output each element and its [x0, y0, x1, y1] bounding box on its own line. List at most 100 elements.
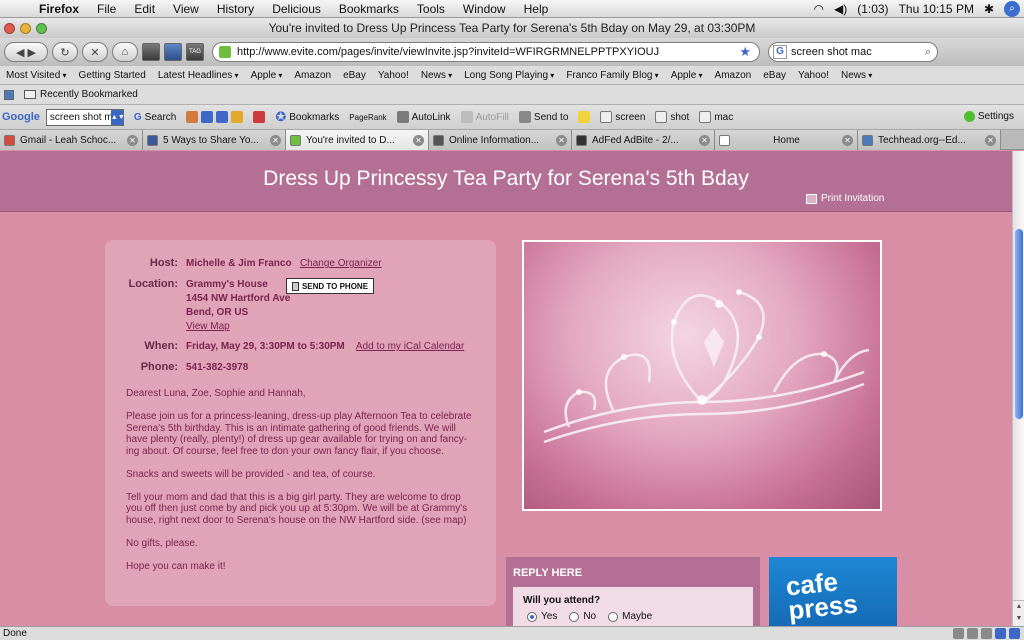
rsvp-yes-option[interactable]: Yes [527, 611, 557, 622]
back-forward-button[interactable]: ◀ ▶ [4, 42, 48, 62]
bookmark-item[interactable]: Apple [665, 70, 709, 81]
browser-tab[interactable]: Online Information... ✕ [429, 130, 572, 150]
bookmark-item[interactable]: Amazon [709, 70, 758, 81]
menu-help[interactable]: Help [515, 2, 558, 16]
view-map-link[interactable]: View Map [186, 320, 290, 334]
bookmark-item[interactable]: Latest Headlines [152, 70, 245, 81]
menu-file[interactable]: File [88, 2, 125, 16]
menu-history[interactable]: History [208, 2, 263, 16]
bookmark-item[interactable]: Amazon [288, 70, 337, 81]
maps-icon[interactable] [201, 111, 214, 123]
url-bar[interactable]: http://www.evite.com/pages/invite/viewIn… [212, 42, 760, 62]
google-bookmarks-button[interactable]: ✪ Bookmarks [275, 109, 339, 125]
google-search-value[interactable]: screen shot m [50, 112, 113, 123]
tab-label[interactable]: Techhead.org--Ed... [878, 135, 981, 146]
rsvp-no-option[interactable]: No [569, 611, 596, 622]
clock[interactable]: Thu 10:15 PM [899, 2, 974, 16]
scrollbar-thumb[interactable] [1015, 229, 1023, 419]
search-term-mac[interactable]: mac [699, 111, 733, 123]
menu-delicious[interactable]: Delicious [263, 2, 330, 16]
bookmark-star-icon[interactable]: ★ [739, 44, 751, 60]
change-organizer-link[interactable]: Change Organizer [300, 258, 382, 269]
wifi-icon[interactable]: ◠ [813, 2, 823, 16]
search-bar[interactable]: G screen shot mac ⌕ [768, 42, 938, 62]
delicious-icon[interactable] [164, 43, 182, 61]
google-settings-button[interactable]: Settings [963, 111, 1014, 122]
tab-label[interactable]: Gmail - Leah Schoc... [20, 135, 123, 146]
mail-button[interactable] [253, 111, 266, 123]
scroll-arrows-icon[interactable]: ▲ ▼ [1013, 600, 1024, 626]
addon-status-icon[interactable] [981, 628, 992, 639]
google-engine-icon[interactable]: G [773, 45, 787, 59]
google-search-input[interactable]: screen shot m ▲▼ [45, 108, 125, 126]
browser-tab[interactable]: Home ✕ [715, 130, 858, 150]
reload-icon[interactable]: ↻ [52, 42, 78, 62]
cafepress-logo[interactable]: cafe press [784, 566, 859, 625]
search-term-shot[interactable]: shot [655, 111, 689, 123]
pagerank-indicator[interactable]: PageRank [349, 113, 386, 122]
print-invitation-label[interactable]: Print Invitation [821, 193, 884, 204]
tab-label[interactable]: 5 Ways to Share Yo... [163, 135, 266, 146]
rsvp-maybe-option[interactable]: Maybe [608, 611, 652, 622]
minimize-window-button[interactable] [20, 22, 31, 34]
send-to-button[interactable]: Send to [518, 111, 568, 123]
addon-status-icon[interactable] [953, 628, 964, 639]
bookmark-item[interactable]: News [415, 70, 458, 81]
stop-icon[interactable]: ✕ [82, 42, 108, 62]
browser-tab[interactable]: You're invited to D... ✕ [286, 130, 429, 150]
send-to-phone-button[interactable]: SEND TO PHONE [286, 278, 374, 294]
tab-close-icon[interactable]: ✕ [270, 134, 281, 146]
tab-label[interactable]: You're invited to D... [306, 135, 409, 146]
menu-window[interactable]: Window [454, 2, 515, 16]
page-scrollbar[interactable]: ▲ ▼ [1012, 151, 1024, 626]
bookmark-sidebar-icon[interactable] [142, 43, 160, 61]
bookmark-item[interactable]: Yahoo! [372, 70, 415, 81]
menu-tools[interactable]: Tools [408, 2, 454, 16]
site-identity-icon[interactable] [219, 46, 231, 58]
bookmark-item[interactable]: eBay [757, 70, 792, 81]
bookmark-item[interactable]: Getting Started [73, 70, 152, 81]
zoom-window-button[interactable] [36, 22, 47, 34]
menu-app-firefox[interactable]: Firefox [30, 2, 88, 16]
add-to-ical-link[interactable]: Add to my iCal Calendar [356, 341, 464, 352]
home-icon[interactable]: ⌂ [112, 42, 138, 62]
tab-label[interactable]: Online Information... [449, 135, 552, 146]
rsvp-yes-label[interactable]: Yes [541, 611, 557, 622]
url-text[interactable]: http://www.evite.com/pages/invite/viewIn… [237, 46, 659, 58]
rsvp-no-radio[interactable] [569, 611, 580, 622]
tab-label[interactable]: AdFed AdBite - 2/... [592, 135, 695, 146]
recently-bookmarked[interactable]: Recently Bookmarked [24, 89, 138, 100]
tab-close-icon[interactable]: ✕ [556, 134, 567, 146]
bookmark-item[interactable]: Apple [245, 70, 289, 81]
addon-status-icon[interactable] [967, 628, 978, 639]
bookmark-item[interactable]: Most Visited [0, 70, 73, 81]
recently-bookmarked-label[interactable]: Recently Bookmarked [40, 89, 138, 100]
bookmark-item[interactable]: eBay [337, 70, 372, 81]
google-logo[interactable]: Google [2, 111, 40, 123]
search-input[interactable]: screen shot mac [791, 46, 872, 58]
tab-close-icon[interactable]: ✕ [699, 134, 710, 146]
news-icon[interactable] [186, 111, 199, 123]
print-invitation-link[interactable]: Print Invitation [806, 193, 884, 204]
rsvp-yes-radio[interactable] [527, 611, 537, 622]
autolink-button[interactable]: AutoLink [396, 111, 451, 123]
google-search-button[interactable]: G Search [134, 112, 176, 123]
menu-bookmarks[interactable]: Bookmarks [330, 2, 408, 16]
browser-tab[interactable]: AdFed AdBite - 2/... ✕ [572, 130, 715, 150]
tab-label[interactable]: Home [735, 135, 838, 146]
rsvp-no-label[interactable]: No [583, 611, 596, 622]
search-icon[interactable]: ⌕ [925, 46, 931, 59]
browser-tab[interactable]: 5 Ways to Share Yo... ✕ [143, 130, 286, 150]
browser-tab[interactable]: Gmail - Leah Schoc... ✕ [0, 130, 143, 150]
browser-tab[interactable]: Techhead.org--Ed... ✕ [858, 130, 1001, 150]
highlight-button[interactable] [578, 111, 591, 123]
menu-edit[interactable]: Edit [125, 2, 164, 16]
tab-close-icon[interactable]: ✕ [127, 134, 138, 146]
gadgets-icon[interactable] [231, 111, 244, 123]
bookmark-item[interactable]: Franco Family Blog [560, 70, 664, 81]
lookup-icon[interactable] [216, 111, 229, 123]
bookmark-item[interactable]: News [835, 70, 878, 81]
rsvp-maybe-label[interactable]: Maybe [622, 611, 652, 622]
addon-status-icon[interactable] [995, 628, 1006, 639]
close-window-button[interactable] [4, 22, 15, 34]
